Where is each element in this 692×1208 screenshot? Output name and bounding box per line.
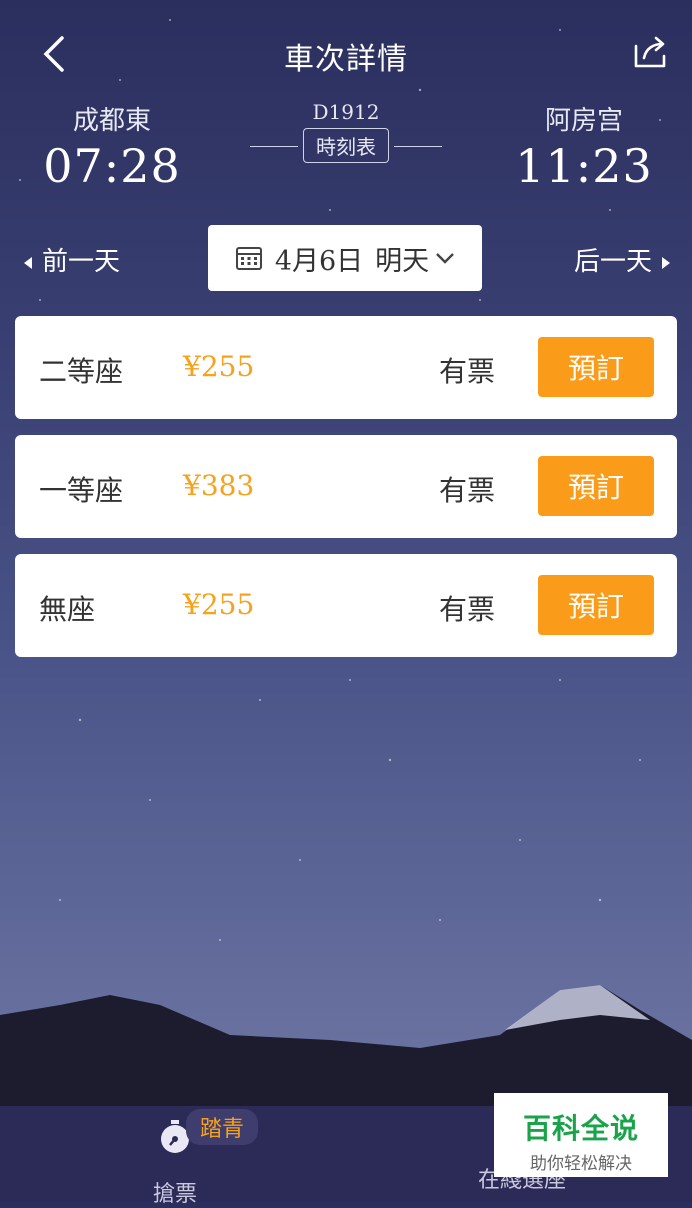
previous-day-label: 前一天 [42, 247, 121, 277]
arrival-time: 11:23 [515, 139, 653, 193]
calendar-icon [235, 247, 262, 270]
departure-station-name: 成都東 [72, 106, 151, 136]
arrival-station: 阿房宫 11:23 [500, 100, 668, 193]
train-info: D1912 時刻表 [246, 100, 446, 164]
arrival-station-name: 阿房宫 [544, 106, 623, 136]
train-number: D1912 [312, 100, 380, 124]
next-day-button[interactable]: 后一天 [574, 241, 672, 278]
watermark-title: 百科全说 [522, 1112, 639, 1145]
watermark-subtitle: 助你轻松解决 [530, 1154, 632, 1174]
seat-availability: 有票 [439, 474, 496, 507]
date-picker[interactable]: 4月6日 明天 [208, 225, 482, 291]
page-title: 車次詳情 [284, 42, 408, 77]
promo-badge: 踏青 [186, 1109, 259, 1145]
seat-price: ¥255 [183, 588, 255, 621]
header: 車次詳情 [0, 0, 692, 110]
watermark: 百科全说 助你轻松解决 [494, 1093, 668, 1177]
seat-class: 一等座 [39, 474, 124, 507]
book-button[interactable]: 預訂 [538, 456, 654, 516]
selected-date: 4月6日 [274, 245, 364, 277]
triangle-right-icon [662, 257, 670, 269]
seat-option: 無座 ¥255 有票 預訂 [15, 554, 677, 657]
seat-price: ¥383 [183, 469, 255, 502]
seat-availability: 有票 [439, 355, 496, 388]
seat-class: 無座 [39, 593, 96, 626]
triangle-left-icon [24, 257, 32, 269]
seat-option: 二等座 ¥255 有票 預訂 [15, 316, 677, 419]
departure-station: 成都東 07:28 [30, 100, 194, 193]
book-button[interactable]: 預訂 [538, 575, 654, 635]
book-button[interactable]: 預訂 [538, 337, 654, 397]
departure-time: 07:28 [43, 139, 181, 193]
selected-day-label: 明天 [375, 245, 430, 277]
previous-day-button[interactable]: 前一天 [22, 241, 120, 278]
chevron-down-icon [436, 253, 455, 264]
tab-grab-label: 搶票 [152, 1182, 197, 1207]
seat-availability: 有票 [439, 593, 496, 626]
seat-option: 一等座 ¥383 有票 預訂 [15, 435, 677, 538]
share-button[interactable] [632, 34, 670, 70]
seat-class: 二等座 [39, 355, 124, 388]
timetable-button[interactable]: 時刻表 [303, 128, 389, 163]
date-navigation: 前一天 4月6日 明天 后一天 [0, 225, 692, 291]
seat-price: ¥255 [183, 350, 255, 383]
share-icon [634, 36, 666, 68]
next-day-label: 后一天 [573, 247, 652, 277]
